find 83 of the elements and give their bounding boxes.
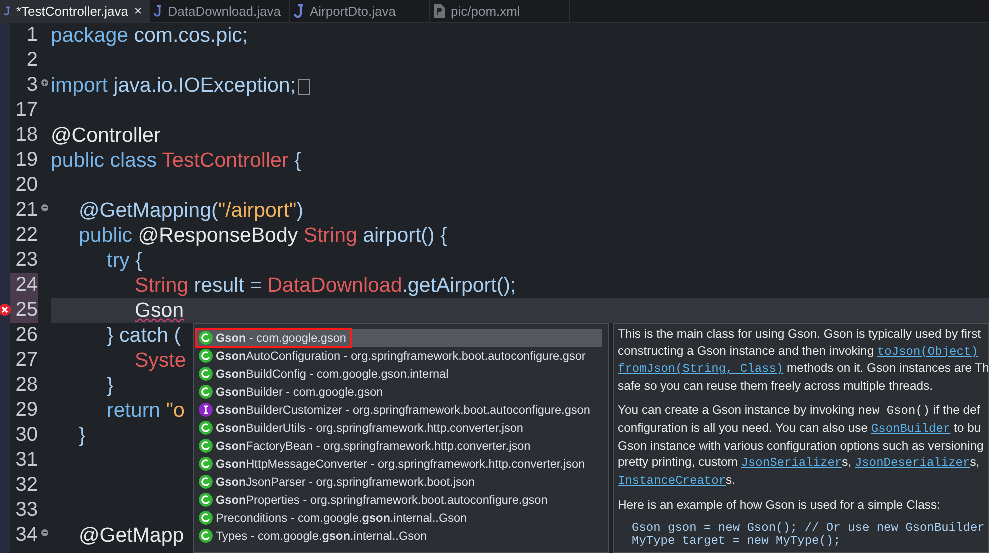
code-line: package com.cos.pic; [51,24,248,47]
java-file-icon [4,4,10,18]
class-icon [199,511,213,525]
doc-link[interactable]: toJson(Object) [877,344,978,359]
line-number: 20 [14,173,38,198]
code-line: import java.io.IOException; [51,74,296,97]
class-icon [199,493,213,507]
doc-link[interactable]: JsonSerializer [741,456,842,470]
completion-item[interactable]: GsonFactoryBean - org.springframework.http.converter.json [196,437,602,455]
completion-item[interactable]: GsonProperties - org.springframework.boot.autoconfigure.gson [196,491,602,509]
code-line: Gson [134,299,184,322]
line-number: 27 [14,348,38,373]
code-line: } [78,424,86,447]
doc-link[interactable]: GsonBuilder [871,422,951,436]
line-number: 32 [14,473,38,498]
line-number: 30 [14,423,38,448]
line-number: 26 [14,323,38,348]
completion-item[interactable]: Types - com.google.gson.internal..Gson [196,527,602,545]
class-icon [199,529,213,543]
line-number: 18 [14,123,38,148]
error-icon [0,304,11,316]
line-number: 28 [14,373,38,398]
code-line: @GetMapping("/airport") [78,199,304,222]
code-sample: Gson gson = new Gson(); // Or use new GsonBuilder MyType target = new MyType(); [631,522,986,547]
class-icon [199,331,213,345]
code-line: Syste [134,349,186,372]
class-icon [199,385,213,399]
code-line: return "o [106,399,185,422]
line-number: 24 [10,273,38,298]
line-number: 23 [14,248,38,273]
doc-paragraph: You can create a Gson instance by invoking new Gson() if the def configuration is all you need. You can also use GsonBuilder to bu Gson instance with various configuration options such as versioning pretty printing, custom JsonSerializers, JsonDeserializers, InstanceCreators. [618,402,985,490]
line-number: 19 [14,148,38,173]
editor-tab[interactable]: AirportDto.java [290,0,430,22]
editor-tab[interactable]: DataDownload.java [150,0,290,22]
line-number: 17 [14,98,38,123]
line-number: 34 [14,523,38,548]
fold-icon[interactable] [40,204,48,212]
completion-item[interactable]: GsonBuilderUtils - org.springframework.http.converter.json [196,419,602,437]
code-line: public class TestController { [51,149,302,172]
editor-tab[interactable]: pic/pom.xml [430,0,570,22]
completion-item[interactable]: Gson - com.google.gson [196,329,602,347]
class-icon [199,349,213,363]
line-number: 31 [14,448,38,473]
code-line: } [106,374,114,397]
code-line: String result = DataDownload.getAirport(); [134,274,516,297]
doc-link[interactable]: JsonDeserializer [854,456,970,470]
line-number: 21 [14,198,38,223]
class-icon [199,457,213,471]
completion-item[interactable]: GsonJsonParser - org.springframework.boot.json [196,473,602,491]
class-icon [199,439,213,453]
line-number: 3 [26,73,38,98]
completion-item[interactable]: GsonBuildConfig - com.google.gson.internal [196,365,602,383]
interface-icon [199,403,213,417]
completion-item[interactable]: GsonBuilderCustomizer - org.springframework.boot.autoconfigure.gson [196,401,602,419]
completion-item[interactable]: Preconditions - com.google.gson.internal..Gson [196,509,602,527]
fold-icon[interactable] [40,78,48,86]
class-icon [199,421,213,435]
java-file-icon [294,4,304,18]
line-number: 25 [10,298,38,323]
doc-link[interactable]: fromJson(String, Class) [618,362,784,376]
document-icon [434,4,445,18]
editor-tab[interactable]: *TestController.java [0,0,150,22]
line-number: 1 [26,23,38,48]
code-line: public @ResponseBody String airport() { [78,224,448,247]
close-icon[interactable] [134,6,141,16]
code-line: @GetMapp [78,524,184,547]
line-number: 33 [14,498,38,523]
completion-item[interactable]: GsonBuilder - com.google.gson [196,383,602,401]
fold-icon[interactable] [40,528,48,536]
code-line: @Controller [51,124,161,147]
line-number: 29 [14,398,38,423]
line-number: 22 [14,223,38,248]
code-line: try { [106,249,142,272]
class-icon [199,475,213,489]
doc-link[interactable]: InstanceCreator [618,474,726,488]
completion-item[interactable]: GsonHttpMessageConverter - org.springframework.http.converter.json [196,455,602,473]
doc-paragraph: Here is an example of how Gson is used for a simple Class: [618,497,942,514]
java-file-icon [154,4,162,18]
class-icon [199,367,213,381]
line-number: 2 [26,48,38,73]
completion-item[interactable]: GsonAutoConfiguration - org.springframework.boot.autoconfigure.gsor [196,347,602,365]
folded-code-marker[interactable] [298,78,310,95]
code-line: } catch ( [106,324,182,347]
